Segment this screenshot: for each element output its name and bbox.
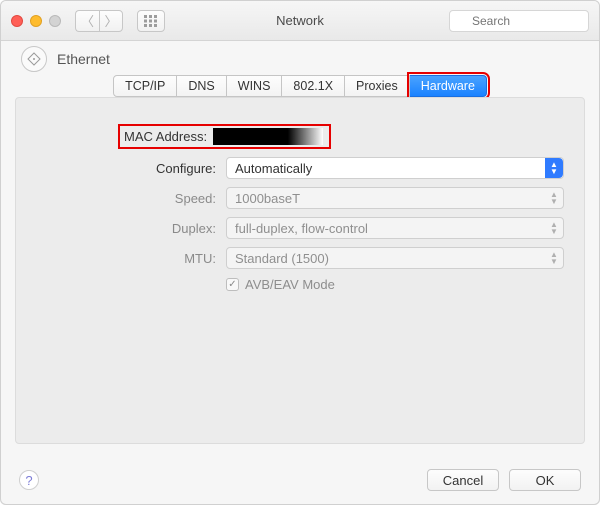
nav-buttons: 〈 〉 bbox=[75, 10, 123, 32]
window-controls bbox=[11, 15, 61, 27]
search-wrap bbox=[449, 10, 589, 32]
help-icon: ? bbox=[25, 473, 32, 488]
mac-address-row: MAC Address: bbox=[36, 124, 564, 149]
tab-wins[interactable]: WINS bbox=[227, 75, 283, 97]
diamond-back-icon bbox=[27, 52, 41, 66]
chevron-left-icon: 〈 bbox=[81, 11, 94, 30]
titlebar: 〈 〉 Network bbox=[1, 1, 599, 41]
help-button[interactable]: ? bbox=[19, 470, 39, 490]
updown-icon: ▲▼ bbox=[545, 158, 563, 178]
forward-button[interactable]: 〉 bbox=[99, 10, 123, 32]
mac-address-label: MAC Address: bbox=[124, 129, 207, 144]
speed-label: Speed: bbox=[36, 191, 216, 206]
hardware-form: MAC Address: Configure: Automatically ▲▼… bbox=[36, 124, 564, 292]
checkbox-icon: ✓ bbox=[226, 278, 239, 291]
updown-icon: ▲▼ bbox=[545, 218, 563, 238]
back-button[interactable]: 〈 bbox=[75, 10, 99, 32]
tab-8021x[interactable]: 802.1X bbox=[282, 75, 345, 97]
chevron-right-icon: 〉 bbox=[104, 11, 117, 30]
tab-tcpip[interactable]: TCP/IP bbox=[113, 75, 177, 97]
tabs: TCP/IP DNS WINS 802.1X Proxies Hardware bbox=[113, 75, 487, 97]
footer: ? Cancel OK bbox=[1, 456, 599, 504]
speed-value: 1000baseT bbox=[235, 191, 300, 206]
duplex-select: full-duplex, flow-control ▲▼ bbox=[226, 217, 564, 239]
mac-address-value bbox=[213, 128, 323, 145]
configure-label: Configure: bbox=[36, 161, 216, 176]
minimize-window-button[interactable] bbox=[30, 15, 42, 27]
avb-mode-label: AVB/EAV Mode bbox=[245, 277, 335, 292]
mac-address-highlight: MAC Address: bbox=[118, 124, 331, 149]
tab-proxies[interactable]: Proxies bbox=[345, 75, 410, 97]
avb-mode-checkbox: ✓ AVB/EAV Mode bbox=[226, 277, 564, 292]
breadcrumb-label: Ethernet bbox=[57, 51, 110, 67]
mtu-value: Standard (1500) bbox=[235, 251, 329, 266]
cancel-button[interactable]: Cancel bbox=[427, 469, 499, 491]
configure-value: Automatically bbox=[235, 161, 312, 176]
speed-select: 1000baseT ▲▼ bbox=[226, 187, 564, 209]
updown-icon: ▲▼ bbox=[545, 248, 563, 268]
duplex-label: Duplex: bbox=[36, 221, 216, 236]
duplex-value: full-duplex, flow-control bbox=[235, 221, 368, 236]
tabbar: TCP/IP DNS WINS 802.1X Proxies Hardware bbox=[1, 75, 599, 97]
configure-select[interactable]: Automatically ▲▼ bbox=[226, 157, 564, 179]
breadcrumb: Ethernet bbox=[1, 41, 599, 77]
close-window-button[interactable] bbox=[11, 15, 23, 27]
mtu-label: MTU: bbox=[36, 251, 216, 266]
search-input[interactable] bbox=[449, 10, 589, 32]
tab-dns[interactable]: DNS bbox=[177, 75, 226, 97]
tab-hardware[interactable]: Hardware bbox=[410, 75, 487, 97]
updown-icon: ▲▼ bbox=[545, 188, 563, 208]
network-preferences-window: 〈 〉 Network Ethernet TC bbox=[0, 0, 600, 505]
zoom-window-button bbox=[49, 15, 61, 27]
content-panel: MAC Address: Configure: Automatically ▲▼… bbox=[15, 97, 585, 444]
mtu-select: Standard (1500) ▲▼ bbox=[226, 247, 564, 269]
back-to-main-button[interactable] bbox=[21, 46, 47, 72]
show-all-button[interactable] bbox=[137, 10, 165, 32]
ok-button[interactable]: OK bbox=[509, 469, 581, 491]
grid-icon bbox=[144, 15, 158, 27]
